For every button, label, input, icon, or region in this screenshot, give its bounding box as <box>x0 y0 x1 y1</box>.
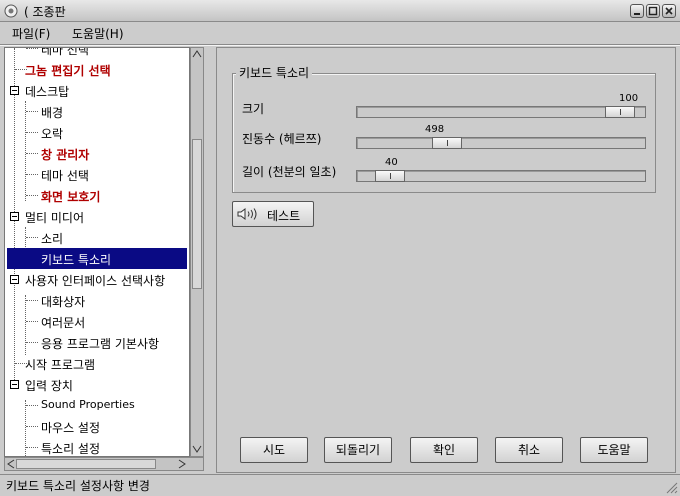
arrow-up-icon <box>192 50 202 58</box>
tree-item-multimedia[interactable]: 멀티 미디어 <box>5 206 189 227</box>
duration-slider[interactable] <box>356 170 646 182</box>
maximize-icon <box>648 6 658 16</box>
window-menu-icon[interactable] <box>3 3 19 19</box>
menu-file[interactable]: 파일(F) <box>12 25 50 42</box>
title-bar[interactable] <box>0 0 680 22</box>
tree-item-sound-properties[interactable]: Sound Properties <box>5 395 189 416</box>
volume-label: 크기 <box>242 102 265 116</box>
minimize-icon <box>634 13 640 15</box>
tree-vertical-scroll-thumb[interactable] <box>192 139 202 289</box>
tree-item-mouse-settings[interactable]: 마우스 설정 <box>5 416 189 437</box>
pitch-slider[interactable] <box>356 137 646 149</box>
window-title: ( 조종판 <box>24 3 66 20</box>
tree-item-input-devices[interactable]: 입력 장치 <box>5 374 189 395</box>
tree-item-app-defaults[interactable]: 응용 프로그램 기본사항 <box>5 332 189 353</box>
menu-help[interactable]: 도움말(H) <box>72 25 124 42</box>
minimize-button[interactable] <box>630 4 644 18</box>
tree-item-sound[interactable]: 소리 <box>5 227 189 248</box>
window-title-text: 조종판 <box>32 5 66 19</box>
tree-item-entertainment[interactable]: 오락 <box>5 122 189 143</box>
tree-item-mdi[interactable]: 여러문서 <box>5 311 189 332</box>
collapse-toggle[interactable] <box>10 86 19 95</box>
close-button[interactable] <box>662 4 676 18</box>
scroll-down-button[interactable] <box>191 443 203 455</box>
pitch-label: 진동수 (헤르쯔) <box>242 132 322 146</box>
tree-item-theme-select[interactable]: 테마 선택 <box>5 164 189 185</box>
scroll-right-button[interactable] <box>176 458 188 470</box>
revert-button[interactable]: 되돌리기 <box>324 437 392 463</box>
volume-slider-handle[interactable] <box>605 106 635 118</box>
pane-splitter[interactable] <box>206 47 214 473</box>
test-button-label: 테스트 <box>267 209 301 223</box>
pitch-slider-handle[interactable] <box>432 137 462 149</box>
collapse-toggle[interactable] <box>10 212 19 221</box>
duration-label: 길이 (천분의 일초) <box>242 165 337 179</box>
tree-item-keyboard-bell[interactable]: 키보드 특소리 <box>7 248 187 269</box>
scroll-up-button[interactable] <box>191 48 203 60</box>
collapse-toggle[interactable] <box>10 275 19 284</box>
pitch-value: 498 <box>425 124 445 135</box>
tree-item-bell-settings[interactable]: 특소리 설정 <box>5 437 189 456</box>
help-button[interactable]: 도움말 <box>580 437 648 463</box>
settings-tree[interactable]: 테마 선택 그놈 편집기 선택 데스크탑 배경 오락 창 관리자 테마 선택 화… <box>4 47 190 457</box>
resize-grip-icon[interactable] <box>664 480 678 494</box>
group-title: 키보드 특소리 <box>236 64 313 81</box>
close-icon <box>665 7 673 15</box>
tree-item-window-manager[interactable]: 창 관리자 <box>5 143 189 164</box>
status-text: 키보드 특소리 설정사항 변경 <box>6 479 150 493</box>
speaker-icon <box>237 208 257 220</box>
ok-button[interactable]: 확인 <box>410 437 478 463</box>
arrow-right-icon <box>178 459 186 469</box>
window-title-lparen: ( <box>24 5 29 19</box>
tree-item-gnome-editor[interactable]: 그놈 편집기 선택 <box>5 59 189 80</box>
try-button[interactable]: 시도 <box>240 437 308 463</box>
volume-slider[interactable] <box>356 106 646 118</box>
tree-item-ui-preferences[interactable]: 사용자 인터페이스 선택사항 <box>5 269 189 290</box>
tree-item-dialogs[interactable]: 대화상자 <box>5 290 189 311</box>
duration-value: 40 <box>385 157 398 168</box>
volume-value: 100 <box>619 93 639 104</box>
arrow-down-icon <box>192 445 202 453</box>
tree-item-startup-programs[interactable]: 시작 프로그램 <box>5 353 189 374</box>
tree-item-background[interactable]: 배경 <box>5 101 189 122</box>
tree-item-desktop[interactable]: 데스크탑 <box>5 80 189 101</box>
tree-item-screensaver[interactable]: 화면 보호기 <box>5 185 189 206</box>
duration-slider-handle[interactable] <box>375 170 405 182</box>
test-button[interactable]: 테스트 <box>232 201 314 227</box>
collapse-toggle[interactable] <box>10 380 19 389</box>
tree-item-theme-select-top[interactable]: 테마 선택 <box>5 48 189 59</box>
menu-separator <box>0 44 680 46</box>
cancel-button[interactable]: 취소 <box>495 437 563 463</box>
maximize-button[interactable] <box>646 4 660 18</box>
tree-horizontal-scroll-thumb[interactable] <box>16 459 156 469</box>
